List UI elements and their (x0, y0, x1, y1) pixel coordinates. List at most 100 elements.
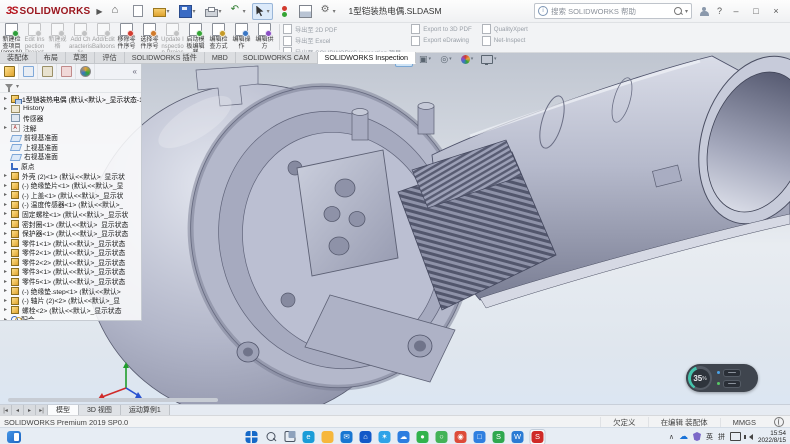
tree-item[interactable]: ▸ 零件2<1> (默认<<默认>_显示状态 (0, 248, 141, 258)
minimize-button[interactable]: – (730, 6, 742, 16)
panel-tab-dimxpert[interactable] (57, 64, 76, 79)
taskbar-icon-browser[interactable]: ○ (435, 430, 449, 444)
ribbon-button[interactable]: 启动模板编辑器 (184, 22, 207, 52)
tree-item[interactable]: ▸ 右视基准面 (0, 152, 141, 162)
expand-arrow-icon[interactable]: ▸ (4, 278, 11, 285)
tray-expand-icon[interactable]: ∧ (669, 433, 674, 441)
export-command[interactable]: Export eDrawing (411, 36, 472, 46)
tree-item[interactable]: ▸ 上视基准面 (0, 142, 141, 152)
tree-item[interactable]: ▸ 固定螺栓<1> (默认<<默认>_显示状 (0, 209, 141, 219)
ribbon-button[interactable]: Add Characteristic (69, 22, 92, 52)
ribbon-tab[interactable]: 布局 (37, 52, 66, 64)
dropdown-arrow-icon[interactable]: ▾ (494, 56, 497, 62)
qa-select[interactable]: ▾ (252, 3, 273, 20)
view-toolbar-edit-appearance[interactable]: ▾ (458, 52, 476, 67)
panel-tab-properties[interactable] (19, 64, 38, 79)
taskbar-icon-task-view[interactable] (283, 430, 297, 444)
ribbon-button[interactable]: 编辑供方 (253, 22, 276, 52)
ribbon-button[interactable]: Update Inspection Project (161, 22, 184, 52)
ribbon-tab[interactable]: 草图 (66, 52, 95, 64)
search-input[interactable]: i 搜索 SOLIDWORKS 帮助 ▾ (534, 3, 692, 19)
expand-arrow-icon[interactable]: ▸ (4, 172, 11, 179)
expand-arrow-icon[interactable]: ▸ (4, 182, 11, 189)
filter-funnel-icon[interactable] (5, 84, 13, 89)
touch-keyboard-icon[interactable] (730, 432, 741, 441)
expand-arrow-icon[interactable]: ▸ (4, 210, 11, 217)
qa-display-states[interactable] (276, 3, 293, 20)
tree-item[interactable]: ▸ (-) 温度传感器<1> (默认<<默认>_ (0, 200, 141, 210)
expand-arrow-icon[interactable]: ▸ (4, 316, 11, 320)
ime-language-indicator[interactable]: 英 (706, 432, 713, 442)
dropdown-arrow-icon[interactable]: ▾ (267, 8, 270, 15)
volume-icon[interactable] (746, 434, 753, 440)
ribbon-button[interactable]: 新建检查项目 (amp;N) (0, 22, 23, 52)
ribbon-button[interactable]: 编辑检查方式 (207, 22, 230, 52)
tree-item[interactable]: ▸ (-) 上盖<1> (默认<<默认>_显示状 (0, 190, 141, 200)
dropdown-arrow-icon[interactable]: ▾ (167, 8, 170, 15)
widget-toggle-top[interactable] (723, 369, 741, 377)
tree-item[interactable]: ▸ 传感器 (0, 113, 141, 123)
clock[interactable]: 15:54 2022/8/15 (758, 430, 786, 444)
expand-arrow-icon[interactable]: ▸ (4, 191, 11, 198)
dropdown-arrow-icon[interactable]: ▾ (449, 56, 452, 62)
expand-arrow-icon[interactable]: ▸ (4, 105, 11, 112)
expand-arrow-icon[interactable]: ▸ (4, 297, 11, 304)
panel-tab-features[interactable] (0, 64, 19, 79)
dropdown-arrow-icon[interactable]: ▾ (333, 8, 336, 15)
ribbon-button[interactable]: Edit Inspection Project (23, 22, 46, 52)
zoom-ring[interactable]: 35 % (688, 366, 712, 390)
qa-options[interactable]: ▾ (318, 3, 339, 20)
taskbar-icon-search[interactable] (264, 430, 278, 444)
ribbon-button[interactable]: Add/Edit Balloons (92, 22, 115, 52)
close-button[interactable]: × (770, 6, 782, 16)
security-shield-icon[interactable] (693, 432, 701, 441)
ime-mode-indicator[interactable]: 拼 (718, 432, 725, 442)
dropdown-arrow-icon[interactable]: ▾ (471, 56, 474, 62)
export-command[interactable]: Export to 3D PDF (411, 24, 472, 34)
taskbar-icon-edge[interactable]: e (302, 430, 316, 444)
export-command[interactable]: 导出至 Excel (283, 36, 401, 46)
taskbar-icon-solidworks[interactable]: S (530, 429, 546, 444)
panel-tab-display[interactable] (76, 64, 95, 79)
units-selector[interactable]: MMGS (720, 418, 768, 427)
ribbon-tab[interactable]: MBD (205, 52, 236, 64)
maximize-button[interactable]: □ (750, 6, 762, 16)
taskbar-icon-chrome[interactable]: ◉ (454, 430, 468, 444)
tree-item[interactable]: ▸ History (0, 104, 141, 114)
quick-tips-icon[interactable] (774, 417, 784, 427)
tree-item[interactable]: ▸ 密封圈<1> (默认<<默认>_显示状态 (0, 219, 141, 229)
ribbon-button[interactable]: 新建规格 (46, 22, 69, 52)
help-button[interactable]: ? (717, 6, 722, 16)
expand-arrow-icon[interactable]: ▸ (4, 220, 11, 227)
expand-arrow-icon[interactable]: ▸ (4, 124, 11, 131)
dropdown-arrow-icon[interactable]: ▾ (193, 8, 196, 15)
taskbar-icon-wps-doc[interactable]: W (511, 430, 525, 444)
tree-item[interactable]: ▸ 前视基准面 (0, 132, 141, 142)
dropdown-arrow-icon[interactable]: ▾ (243, 8, 246, 15)
ribbon-tab[interactable]: 评估 (95, 52, 124, 64)
tree-item[interactable]: ▸ 零件3<1> (默认<<默认>_显示状态 (0, 267, 141, 277)
tree-item[interactable]: ▸ 外壳 (2)<1> (默认<<默认>_显示状 (0, 171, 141, 181)
qa-undo[interactable]: ▾ (228, 3, 249, 20)
taskbar-icon-remote-desktop[interactable]: □ (473, 430, 487, 444)
ribbon-tab[interactable]: 装配体 (0, 52, 37, 64)
ribbon-button[interactable]: 编辑操作 (230, 22, 253, 52)
export-command[interactable]: QualityXpert (482, 24, 528, 34)
expand-arrow-icon[interactable]: ▸ (4, 230, 11, 237)
taskbar-icon-file-explorer[interactable] (321, 430, 335, 444)
tree-item[interactable]: ▸ 注解 (0, 123, 141, 133)
ribbon-tab[interactable]: SOLIDWORKS Inspection (318, 52, 417, 64)
filter-dropdown-icon[interactable]: ▾ (16, 83, 19, 90)
tree-item[interactable]: ▸ 配合 (0, 315, 141, 320)
taskbar-icon-photos[interactable]: ✶ (378, 430, 392, 444)
tree-root-assembly[interactable]: ▸ 1型铠装热电偶 (默认<默认>_显示状态-1 (0, 94, 141, 104)
tree-item[interactable]: ▸ (-) 绝缘垫片<1> (默认<<默认>_显 (0, 180, 141, 190)
expand-arrow-icon[interactable]: ▸ (4, 249, 11, 256)
panel-tab-configurations[interactable] (38, 64, 57, 79)
expand-arrow-icon[interactable]: ▸ (4, 239, 11, 246)
expand-arrow-icon[interactable]: ▸ (4, 306, 11, 313)
user-account-icon[interactable] (700, 7, 709, 16)
search-dropdown-icon[interactable]: ▾ (685, 8, 688, 15)
qa-home[interactable] (109, 3, 126, 20)
tree-item[interactable]: ▸ 螺栓<2> (默认<<默认>_显示状态 (0, 305, 141, 315)
